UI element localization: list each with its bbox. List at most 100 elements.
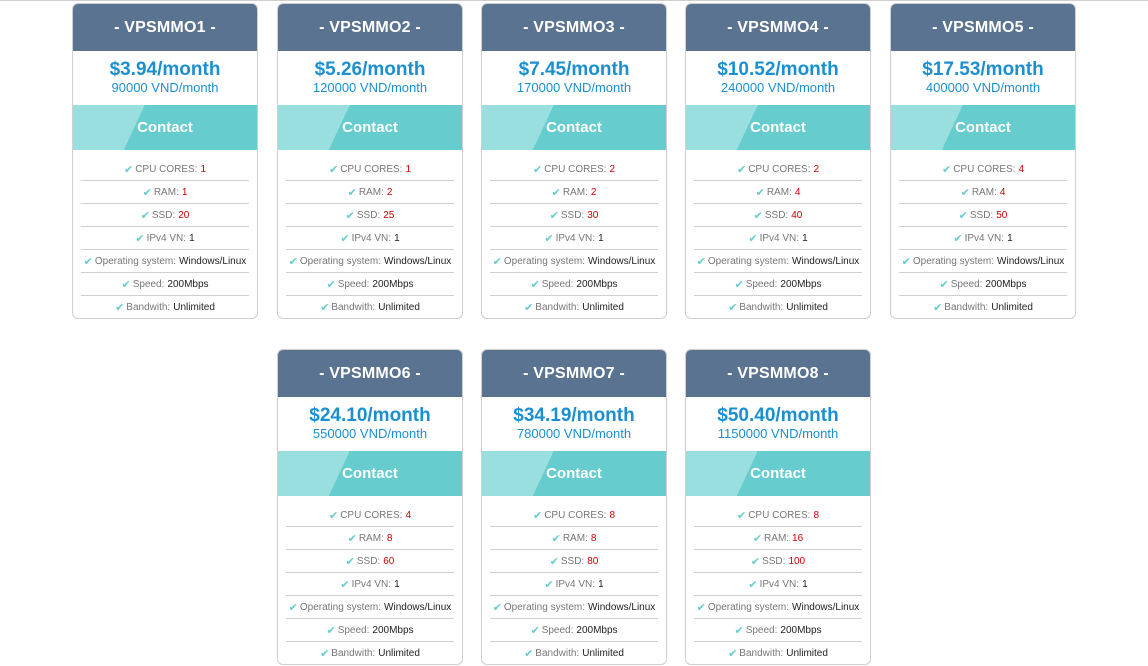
feature-item: ✔ CPU CORES: 8 bbox=[490, 504, 658, 527]
price-box: $17.53/month 400000 VND/month bbox=[891, 51, 1075, 105]
check-icon: ✔ bbox=[551, 186, 561, 199]
check-icon: ✔ bbox=[960, 186, 970, 199]
check-icon: ✔ bbox=[288, 601, 298, 614]
check-icon: ✔ bbox=[901, 255, 911, 268]
feature-label: Bandwith: bbox=[126, 301, 171, 313]
feature-item: ✔ CPU CORES: 2 bbox=[490, 158, 658, 181]
feature-value: 1 bbox=[802, 578, 808, 590]
feature-label: IPv4 VN: bbox=[351, 578, 392, 590]
check-icon: ✔ bbox=[734, 624, 744, 637]
feature-item: ✔ Operating system: Windows/Linux bbox=[490, 250, 658, 273]
price-vnd: 90000 VND/month bbox=[111, 80, 219, 95]
price-box: $34.19/month 780000 VND/month bbox=[482, 397, 666, 451]
check-icon: ✔ bbox=[320, 647, 330, 660]
feature-value: Unlimited bbox=[582, 301, 624, 313]
feature-label: Speed: bbox=[745, 278, 778, 290]
feature-item: ✔ Bandwith: Unlimited bbox=[899, 296, 1067, 318]
feature-label: CPU CORES: bbox=[544, 163, 607, 175]
feature-label: Bandwith: bbox=[331, 647, 376, 659]
feature-value: Windows/Linux bbox=[997, 255, 1065, 267]
check-icon: ✔ bbox=[696, 255, 706, 268]
feature-label: CPU CORES: bbox=[544, 509, 607, 521]
price-vnd: 780000 VND/month bbox=[516, 426, 632, 441]
feature-value: 2 bbox=[590, 186, 597, 198]
check-icon: ✔ bbox=[320, 301, 330, 314]
check-icon: ✔ bbox=[328, 163, 339, 176]
feature-item: ✔ RAM: 2 bbox=[286, 181, 454, 204]
price-usd: $34.19/month bbox=[513, 405, 635, 426]
check-icon: ✔ bbox=[340, 232, 350, 245]
check-icon: ✔ bbox=[696, 601, 706, 614]
feature-item: ✔ SSD: 100 bbox=[694, 550, 862, 573]
feature-label: CPU CORES: bbox=[748, 163, 811, 175]
check-icon: ✔ bbox=[734, 278, 744, 291]
plan-card: - VPSMMO6 - $24.10/month 550000 VND/mont… bbox=[277, 349, 463, 665]
feature-item: ✔ SSD: 40 bbox=[694, 204, 862, 227]
price-usd: $10.52/month bbox=[717, 59, 839, 80]
feature-item: ✔ SSD: 25 bbox=[286, 204, 454, 227]
check-icon: ✔ bbox=[83, 255, 93, 268]
feature-label: SSD: bbox=[762, 555, 786, 567]
feature-item: ✔ CPU CORES: 8 bbox=[694, 504, 862, 527]
check-icon: ✔ bbox=[115, 301, 125, 314]
feature-label: Operating system: bbox=[912, 255, 995, 267]
check-icon: ✔ bbox=[939, 278, 949, 291]
feature-item: ✔ RAM: 16 bbox=[694, 527, 862, 550]
feature-value: 1 bbox=[181, 186, 188, 198]
price-usd: $50.40/month bbox=[717, 405, 839, 426]
feature-value: 100 bbox=[788, 555, 806, 567]
plan-name: - VPSMMO6 - bbox=[278, 350, 462, 397]
feature-value: 4 bbox=[405, 509, 411, 521]
feature-item: ✔ CPU CORES: 1 bbox=[81, 158, 249, 181]
feature-value: Windows/Linux bbox=[384, 255, 452, 267]
check-icon: ✔ bbox=[532, 163, 543, 176]
feature-value: 1 bbox=[1007, 232, 1013, 244]
feature-value: 8 bbox=[590, 532, 597, 544]
contact-button[interactable]: Contact bbox=[278, 105, 462, 150]
feature-item: ✔ Bandwith: Unlimited bbox=[286, 296, 454, 318]
feature-item: ✔ RAM: 2 bbox=[490, 181, 658, 204]
plan-card: - VPSMMO7 - $34.19/month 780000 VND/mont… bbox=[481, 349, 667, 665]
feature-label: SSD: bbox=[356, 209, 381, 221]
feature-label: Operating system: bbox=[299, 255, 382, 267]
feature-list: ✔ CPU CORES: 8 ✔ RAM: 16 ✔ SSD: 100 ✔ IP… bbox=[686, 496, 870, 664]
feature-label: Bandwith: bbox=[535, 301, 580, 313]
contact-button[interactable]: Contact bbox=[891, 105, 1075, 150]
plan-name: - VPSMMO8 - bbox=[686, 350, 870, 397]
plan-card: - VPSMMO1 - $3.94/month 90000 VND/month … bbox=[72, 3, 258, 319]
plan-name: - VPSMMO2 - bbox=[278, 4, 462, 51]
feature-value: 80 bbox=[587, 555, 599, 567]
contact-button[interactable]: Contact bbox=[686, 105, 870, 150]
check-icon: ✔ bbox=[347, 532, 357, 545]
plan-card: - VPSMMO5 - $17.53/month 400000 VND/mont… bbox=[890, 3, 1076, 319]
feature-item: ✔ IPv4 VN: 1 bbox=[899, 227, 1067, 250]
price-vnd: 1150000 VND/month bbox=[717, 426, 839, 441]
feature-value: 1 bbox=[189, 232, 195, 244]
feature-value: Windows/Linux bbox=[792, 255, 860, 267]
contact-button[interactable]: Contact bbox=[73, 105, 257, 150]
feature-list: ✔ CPU CORES: 4 ✔ RAM: 4 ✔ SSD: 50 ✔ IPv4… bbox=[891, 150, 1075, 318]
feature-item: ✔ RAM: 1 bbox=[81, 181, 249, 204]
contact-button[interactable]: Contact bbox=[686, 451, 870, 496]
feature-label: Speed: bbox=[541, 278, 574, 290]
feature-list: ✔ CPU CORES: 4 ✔ RAM: 8 ✔ SSD: 60 ✔ IPv4… bbox=[278, 496, 462, 664]
feature-item: ✔ Bandwith: Unlimited bbox=[490, 642, 658, 664]
check-icon: ✔ bbox=[750, 555, 761, 568]
feature-label: Operating system: bbox=[94, 255, 177, 267]
contact-button[interactable]: Contact bbox=[482, 451, 666, 496]
feature-label: Speed: bbox=[337, 278, 370, 290]
feature-item: ✔ RAM: 4 bbox=[694, 181, 862, 204]
feature-item: ✔ Bandwith: Unlimited bbox=[694, 296, 862, 318]
feature-list: ✔ CPU CORES: 8 ✔ RAM: 8 ✔ SSD: 80 ✔ IPv4… bbox=[482, 496, 666, 664]
check-icon: ✔ bbox=[326, 278, 336, 291]
feature-label: CPU CORES: bbox=[748, 509, 811, 521]
feature-list: ✔ CPU CORES: 1 ✔ RAM: 1 ✔ SSD: 20 ✔ IPv4… bbox=[73, 150, 257, 318]
check-icon: ✔ bbox=[530, 278, 540, 291]
feature-item: ✔ Operating system: Windows/Linux bbox=[899, 250, 1067, 273]
feature-label: CPU CORES: bbox=[953, 163, 1016, 175]
feature-item: ✔ Operating system: Windows/Linux bbox=[286, 596, 454, 619]
feature-item: ✔ IPv4 VN: 1 bbox=[490, 227, 658, 250]
contact-button[interactable]: Contact bbox=[482, 105, 666, 150]
contact-button[interactable]: Contact bbox=[278, 451, 462, 496]
feature-item: ✔ Speed: 200Mbps bbox=[694, 273, 862, 296]
